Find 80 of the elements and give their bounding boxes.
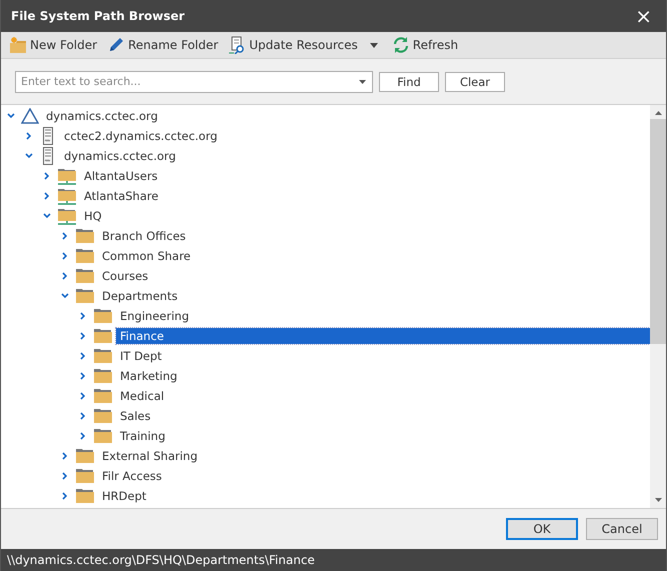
tree-item[interactable]: Finance	[116, 328, 650, 344]
tree-item[interactable]: AltantaUsers	[80, 168, 162, 184]
folder-icon	[75, 488, 95, 504]
collapse-chevron-icon[interactable]	[7, 112, 15, 120]
tree-item[interactable]: External Sharing	[98, 448, 202, 464]
tree-item[interactable]: Departments	[98, 288, 182, 304]
tree-item[interactable]: Filr Access	[98, 468, 166, 484]
scroll-down-icon	[654, 498, 662, 502]
expand-chevron-icon[interactable]	[61, 252, 69, 260]
new-folder-icon	[9, 37, 27, 53]
shared-folder-icon	[57, 207, 77, 225]
collapse-chevron-icon[interactable]	[25, 152, 33, 160]
tree-item[interactable]: dynamics.cctec.org	[42, 108, 162, 124]
expand-chevron-icon[interactable]	[61, 272, 69, 280]
expand-chevron-icon[interactable]	[79, 432, 87, 440]
folder-icon	[93, 308, 113, 324]
scroll-up-icon	[654, 111, 662, 115]
folder-icon	[93, 348, 113, 364]
path-text: \\dynamics.cctec.org\DFS\HQ\Departments\Finance	[7, 553, 315, 567]
tree-item[interactable]: Common Share	[98, 248, 195, 264]
collapse-chevron-icon[interactable]	[43, 212, 51, 220]
tree-item[interactable]: Engineering	[116, 308, 193, 324]
folder-icon	[93, 428, 113, 444]
tree-item[interactable]: Sales	[116, 408, 155, 424]
folder-icon	[75, 468, 95, 484]
tree-item[interactable]: Training	[116, 428, 170, 444]
tree-item[interactable]: cctec2.dynamics.cctec.org	[60, 128, 222, 144]
search-field[interactable]: Enter text to search...	[15, 70, 373, 92]
folder-icon	[93, 408, 113, 424]
find-button[interactable]: Find	[379, 72, 439, 92]
toolbar-button[interactable]: Refresh	[392, 36, 468, 54]
scroll-thumb[interactable]	[650, 119, 666, 344]
tree-item[interactable]: HQ	[80, 208, 106, 224]
expand-chevron-icon[interactable]	[79, 352, 87, 360]
close-button[interactable]: ×	[631, 4, 656, 28]
dropdown-caret-icon[interactable]	[370, 42, 378, 48]
expand-chevron-icon[interactable]	[79, 392, 87, 400]
window-title: File System Path Browser	[11, 9, 185, 23]
folder-icon	[75, 448, 95, 464]
collapse-chevron-icon[interactable]	[61, 292, 69, 300]
pencil-icon	[107, 36, 126, 54]
toolbar-button[interactable]: New Folder	[9, 37, 108, 53]
expand-chevron-icon[interactable]	[43, 172, 51, 180]
shared-folder-icon	[57, 167, 77, 185]
clear-button[interactable]: Clear	[445, 72, 505, 92]
triangle-icon	[21, 108, 39, 124]
folder-icon	[75, 228, 95, 244]
expand-chevron-icon[interactable]	[79, 312, 87, 320]
expand-chevron-icon[interactable]	[61, 472, 69, 480]
folder-icon	[93, 328, 113, 344]
folder-icon	[75, 268, 95, 284]
toolbar-button[interactable]: Rename Folder	[107, 36, 228, 54]
shared-folder-icon	[57, 187, 77, 205]
scrollbar[interactable]	[650, 105, 666, 508]
folder-icon	[93, 388, 113, 404]
folder-icon	[93, 368, 113, 384]
ok-button[interactable]: OK	[506, 518, 578, 540]
refresh-icon	[392, 36, 410, 54]
tree-item[interactable]: dynamics.cctec.org	[60, 148, 180, 164]
tree-item[interactable]: Marketing	[116, 368, 182, 384]
tree-item[interactable]: Medical	[116, 388, 168, 404]
expand-chevron-icon[interactable]	[61, 452, 69, 460]
tree-item[interactable]: Courses	[98, 268, 152, 284]
tree-item[interactable]: AtlantaShare	[80, 188, 162, 204]
folder-icon	[75, 248, 95, 264]
server-search-icon	[228, 36, 246, 54]
toolbar-button[interactable]: Update Resources	[228, 36, 368, 54]
expand-chevron-icon[interactable]	[61, 492, 69, 500]
expand-chevron-icon[interactable]	[61, 232, 69, 240]
cancel-button[interactable]: Cancel	[586, 518, 658, 540]
tree-item[interactable]: IT Dept	[116, 348, 166, 364]
expand-chevron-icon[interactable]	[79, 372, 87, 380]
folder-icon	[75, 288, 95, 304]
expand-chevron-icon[interactable]	[25, 132, 33, 140]
caret-icon[interactable]	[359, 80, 366, 84]
expand-chevron-icon[interactable]	[79, 332, 87, 340]
tree-item[interactable]: Branch Offices	[98, 228, 190, 244]
expand-chevron-icon[interactable]	[79, 412, 87, 420]
tree-item[interactable]: HRDept	[98, 488, 150, 504]
expand-chevron-icon[interactable]	[43, 192, 51, 200]
